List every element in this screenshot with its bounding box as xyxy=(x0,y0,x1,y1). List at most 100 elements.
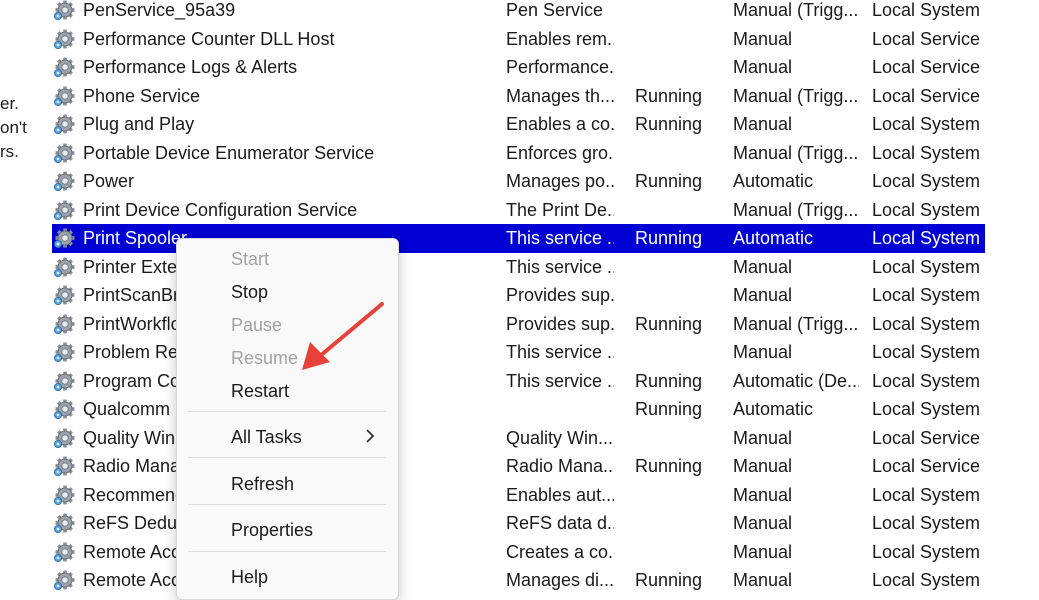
menu-item-pause[interactable]: Pause xyxy=(231,312,282,338)
menu-separator xyxy=(188,457,386,458)
service-status: Running xyxy=(635,85,703,106)
service-startup-type: Manual xyxy=(733,513,793,533)
service-logon-as: Local System xyxy=(872,541,981,562)
service-name: Performance Logs & Alerts xyxy=(83,57,298,77)
service-description: Enables rem... xyxy=(506,28,614,49)
service-startup-type: Automatic xyxy=(733,399,814,419)
menu-item-start[interactable]: Start xyxy=(231,246,269,272)
service-description: Manages po... xyxy=(506,171,614,191)
service-name: Portable Device Enumerator Service xyxy=(83,142,375,163)
service-startup-type: Manual xyxy=(733,28,793,49)
service-description: Manages di... xyxy=(506,570,614,590)
service-status: Running xyxy=(635,456,703,476)
menu-item-restart[interactable]: Restart xyxy=(231,378,289,404)
service-startup-type: Manual (Trigg... xyxy=(733,85,859,106)
service-logon-as: Local System xyxy=(872,570,981,590)
gear-icon xyxy=(53,398,77,420)
service-startup-type: Manual xyxy=(733,114,793,134)
gear-icon xyxy=(53,569,77,591)
service-status: Running xyxy=(635,370,703,391)
menu-item-all-tasks[interactable]: All Tasks xyxy=(231,424,302,450)
service-startup-type: Manual xyxy=(733,570,793,590)
service-logon-as: Local System xyxy=(872,114,981,134)
service-startup-type: Manual (Trigg... xyxy=(733,0,859,20)
gear-icon xyxy=(53,56,77,78)
service-logon-as: Local System xyxy=(872,399,981,419)
service-description: Provides sup... xyxy=(506,285,614,305)
service-status: Running xyxy=(635,313,703,334)
gear-icon xyxy=(53,341,77,363)
service-logon-as: Local System xyxy=(872,285,981,305)
gear-icon xyxy=(53,227,77,249)
service-description: This service ... xyxy=(506,256,614,277)
service-logon-as: Local System xyxy=(872,370,981,391)
service-description: Provides sup... xyxy=(506,313,614,334)
service-row[interactable]: Plug and Play Enables a co... Running Manua… xyxy=(52,110,985,139)
menu-item-properties[interactable]: Properties xyxy=(231,517,313,543)
service-logon-as: Local System xyxy=(872,0,981,20)
service-startup-type: Manual xyxy=(733,342,793,362)
gear-icon xyxy=(53,512,77,534)
menu-separator xyxy=(188,411,386,412)
service-row[interactable]: Performance Counter DLL Host Enables rem.… xyxy=(52,25,985,54)
service-row[interactable]: Portable Device Enumerator Service Enforc… xyxy=(52,139,985,168)
service-description: Quality Win... xyxy=(506,427,614,448)
gear-icon xyxy=(53,256,77,278)
service-logon-as: Local System xyxy=(872,342,981,362)
service-logon-as: Local System xyxy=(872,484,981,505)
service-description: Manages th... xyxy=(506,85,614,106)
service-logon-as: Local System xyxy=(872,228,981,248)
service-logon-as: Local System xyxy=(872,256,981,277)
gear-icon xyxy=(53,28,77,50)
service-row[interactable]: Performance Logs & Alerts Performance... M… xyxy=(52,53,985,82)
gear-icon xyxy=(53,85,77,107)
service-startup-type: Manual (Trigg... xyxy=(733,199,859,220)
menu-separator xyxy=(188,504,386,505)
service-name: Power xyxy=(83,171,135,191)
service-logon-as: Local Service xyxy=(872,28,981,49)
service-logon-as: Local Service xyxy=(872,85,981,106)
service-status: Running xyxy=(635,399,703,419)
service-startup-type: Manual xyxy=(733,541,793,562)
service-status: Running xyxy=(635,171,703,191)
service-status: Running xyxy=(635,114,703,134)
service-row[interactable]: Print Device Configuration Service The Pr… xyxy=(52,196,985,225)
service-name: PenService_95a39 xyxy=(83,0,236,20)
chevron-right-icon xyxy=(366,429,375,443)
gear-icon xyxy=(53,113,77,135)
service-description: The Print De... xyxy=(506,199,614,220)
service-startup-type: Automatic xyxy=(733,228,814,248)
service-startup-type: Manual xyxy=(733,427,793,448)
service-startup-type: Manual xyxy=(733,484,793,505)
menu-item-refresh[interactable]: Refresh xyxy=(231,471,294,497)
gear-icon xyxy=(53,170,77,192)
service-description: This service ... xyxy=(506,342,614,362)
service-startup-type: Automatic xyxy=(733,171,814,191)
service-name: Plug and Play xyxy=(83,114,195,134)
service-startup-type: Manual xyxy=(733,285,793,305)
gear-icon xyxy=(53,370,77,392)
service-startup-type: Manual (Trigg... xyxy=(733,142,859,163)
gear-icon xyxy=(53,284,77,306)
service-row[interactable]: PenService_95a39 Pen Service Manual (Trigg… xyxy=(52,0,985,25)
service-description: Pen Service xyxy=(506,0,604,20)
service-description: Enables a co... xyxy=(506,114,614,134)
service-logon-as: Local Service xyxy=(872,57,981,77)
service-row[interactable]: Phone Service Manages th... Running Manual … xyxy=(52,82,985,111)
gear-icon xyxy=(53,541,77,563)
service-startup-type: Automatic (De... xyxy=(733,370,859,391)
gear-icon xyxy=(53,427,77,449)
service-row[interactable]: Power Manages po... Running Automatic Local … xyxy=(52,167,985,196)
service-logon-as: Local System xyxy=(872,513,981,533)
service-status: Running xyxy=(635,570,703,590)
menu-item-help[interactable]: Help xyxy=(231,564,268,590)
service-name: Phone Service xyxy=(83,85,201,106)
gear-icon xyxy=(53,142,77,164)
gear-icon xyxy=(53,0,77,21)
service-startup-type: Manual (Trigg... xyxy=(733,313,859,334)
menu-item-resume[interactable]: Resume xyxy=(231,345,298,371)
service-startup-type: Manual xyxy=(733,256,793,277)
menu-item-stop[interactable]: Stop xyxy=(231,279,268,305)
service-description: Radio Mana... xyxy=(506,456,614,476)
service-logon-as: Local System xyxy=(872,199,981,220)
